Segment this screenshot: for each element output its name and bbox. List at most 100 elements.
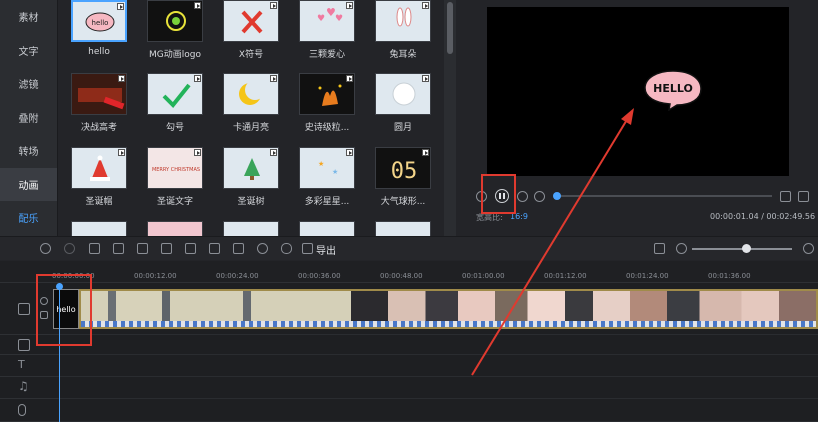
add-to-track-icon[interactable] [346, 75, 353, 82]
fit-timeline-icon[interactable] [654, 243, 665, 254]
add-to-track-icon[interactable] [117, 3, 124, 10]
tile-thumbnail[interactable] [223, 0, 279, 42]
library-tile[interactable]: ★ ★ 多彩星星... [299, 147, 355, 207]
sidebar-item-media[interactable]: 素材 [0, 0, 57, 34]
tile-thumbnail[interactable] [223, 221, 279, 236]
library-tile[interactable]: X符号 [223, 0, 279, 60]
tile-thumbnail[interactable] [71, 147, 127, 189]
tile-thumbnail[interactable] [299, 73, 355, 115]
tile-thumbnail[interactable] [71, 221, 127, 236]
duration-icon[interactable] [257, 243, 268, 254]
library-tile[interactable]: 史诗级粒... [299, 73, 355, 133]
overlay-track[interactable] [58, 335, 818, 355]
tile-label: 圆月 [393, 123, 412, 133]
library-tile[interactable]: 05 大气球形... [375, 147, 431, 207]
tile-thumbnail[interactable] [71, 73, 127, 115]
delete-icon[interactable] [137, 243, 148, 254]
tile-label: hello [88, 47, 110, 57]
tile-thumbnail[interactable] [375, 73, 431, 115]
sidebar-item-music[interactable]: 配乐 [0, 201, 57, 235]
library-tile[interactable] [299, 221, 355, 236]
add-to-track-icon[interactable] [118, 75, 125, 82]
add-to-track-icon[interactable] [270, 149, 277, 156]
redo-icon[interactable] [64, 243, 75, 254]
sidebar-item-overlays[interactable]: 叠附 [0, 101, 57, 135]
music-track[interactable] [58, 377, 818, 399]
tile-thumbnail[interactable] [147, 221, 203, 236]
library-tile[interactable]: MERRY CHRISTMAS 圣诞文字 [147, 147, 203, 207]
tile-label: 多彩星星... [304, 197, 350, 207]
scrollbar-thumb[interactable] [447, 2, 453, 54]
mosaic-icon[interactable] [209, 243, 220, 254]
library-tile[interactable]: 勾号 [147, 73, 203, 133]
microphone-icon[interactable] [281, 243, 292, 254]
add-to-track-icon[interactable] [194, 149, 201, 156]
timeline-ruler[interactable]: 00:00:00.00 00:00:12.00 00:00:24.00 00:0… [0, 261, 818, 283]
tile-thumbnail[interactable]: hello [71, 0, 127, 42]
tile-thumbnail[interactable] [147, 0, 203, 42]
sidebar-item-filters[interactable]: 滤镜 [0, 67, 57, 101]
video-clip[interactable] [79, 289, 818, 329]
library-scrollbar[interactable] [444, 0, 456, 236]
add-to-track-icon[interactable] [422, 2, 429, 9]
sidebar-item-animations[interactable]: 动画 [0, 167, 57, 201]
tile-thumbnail[interactable] [147, 73, 203, 115]
add-to-track-icon[interactable] [422, 75, 429, 82]
add-to-track-icon[interactable] [346, 2, 353, 9]
annotation-box-clip [36, 274, 92, 346]
tile-thumbnail[interactable] [375, 221, 431, 236]
library-tile[interactable] [375, 221, 431, 236]
add-to-track-icon[interactable] [422, 149, 429, 156]
volume-icon[interactable] [780, 191, 791, 202]
zoom-out-icon[interactable] [676, 243, 687, 254]
tile-thumbnail[interactable] [375, 0, 431, 42]
library-tile[interactable]: 决战高考 [71, 73, 127, 133]
export-icon[interactable] [302, 243, 313, 254]
text-track[interactable] [58, 355, 818, 377]
add-to-track-icon[interactable] [118, 149, 125, 156]
undo-icon[interactable] [40, 243, 51, 254]
library-tile[interactable] [147, 221, 203, 236]
zoom-in-icon[interactable] [803, 243, 814, 254]
fullscreen-icon[interactable] [798, 191, 809, 202]
edit-icon[interactable] [89, 243, 100, 254]
playback-progress-bar[interactable] [553, 192, 772, 200]
tile-thumbnail[interactable]: ★ ★ [299, 147, 355, 189]
library-tile[interactable]: 兔耳朵 [375, 0, 431, 60]
sidebar-item-text[interactable]: 文字 [0, 34, 57, 68]
timeline-zoom-slider[interactable] [692, 244, 792, 253]
sidebar-item-transitions[interactable]: 转场 [0, 134, 57, 168]
split-icon[interactable] [113, 243, 124, 254]
add-to-track-icon[interactable] [194, 75, 201, 82]
library-tile[interactable]: ♥ ♥ ♥ 三颗爱心 [299, 0, 355, 60]
zoom-slider-handle[interactable] [742, 244, 751, 253]
hello-bubble-overlay: HELLO [644, 70, 702, 111]
next-frame-icon[interactable] [517, 191, 528, 202]
library-tile[interactable]: 卡通月亮 [223, 73, 279, 133]
tile-thumbnail[interactable] [223, 147, 279, 189]
add-to-track-icon[interactable] [194, 2, 201, 9]
trim-icon[interactable] [185, 243, 196, 254]
freeze-frame-icon[interactable] [233, 243, 244, 254]
preview-canvas[interactable]: HELLO [487, 7, 789, 176]
tile-thumbnail[interactable]: ♥ ♥ ♥ [299, 0, 355, 42]
stop-icon[interactable] [534, 191, 545, 202]
add-to-track-icon[interactable] [346, 149, 353, 156]
progress-handle[interactable] [553, 192, 561, 200]
library-tile[interactable] [223, 221, 279, 236]
voice-track[interactable] [58, 399, 818, 422]
export-button[interactable]: 导出 [316, 242, 336, 257]
library-tile[interactable]: 圣诞帽 [71, 147, 127, 207]
library-tile[interactable]: MG动画logo [147, 0, 203, 60]
tile-thumbnail[interactable] [223, 73, 279, 115]
library-tile[interactable]: 圆月 [375, 73, 431, 133]
crop-icon[interactable] [161, 243, 172, 254]
library-tile[interactable] [71, 221, 127, 236]
tile-thumbnail[interactable]: MERRY CHRISTMAS [147, 147, 203, 189]
library-tile[interactable]: 圣诞树 [223, 147, 279, 207]
tile-thumbnail[interactable] [299, 221, 355, 236]
add-to-track-icon[interactable] [270, 2, 277, 9]
tile-thumbnail[interactable]: 05 [375, 147, 431, 189]
library-tile[interactable]: hello hello [71, 0, 127, 57]
add-to-track-icon[interactable] [270, 75, 277, 82]
